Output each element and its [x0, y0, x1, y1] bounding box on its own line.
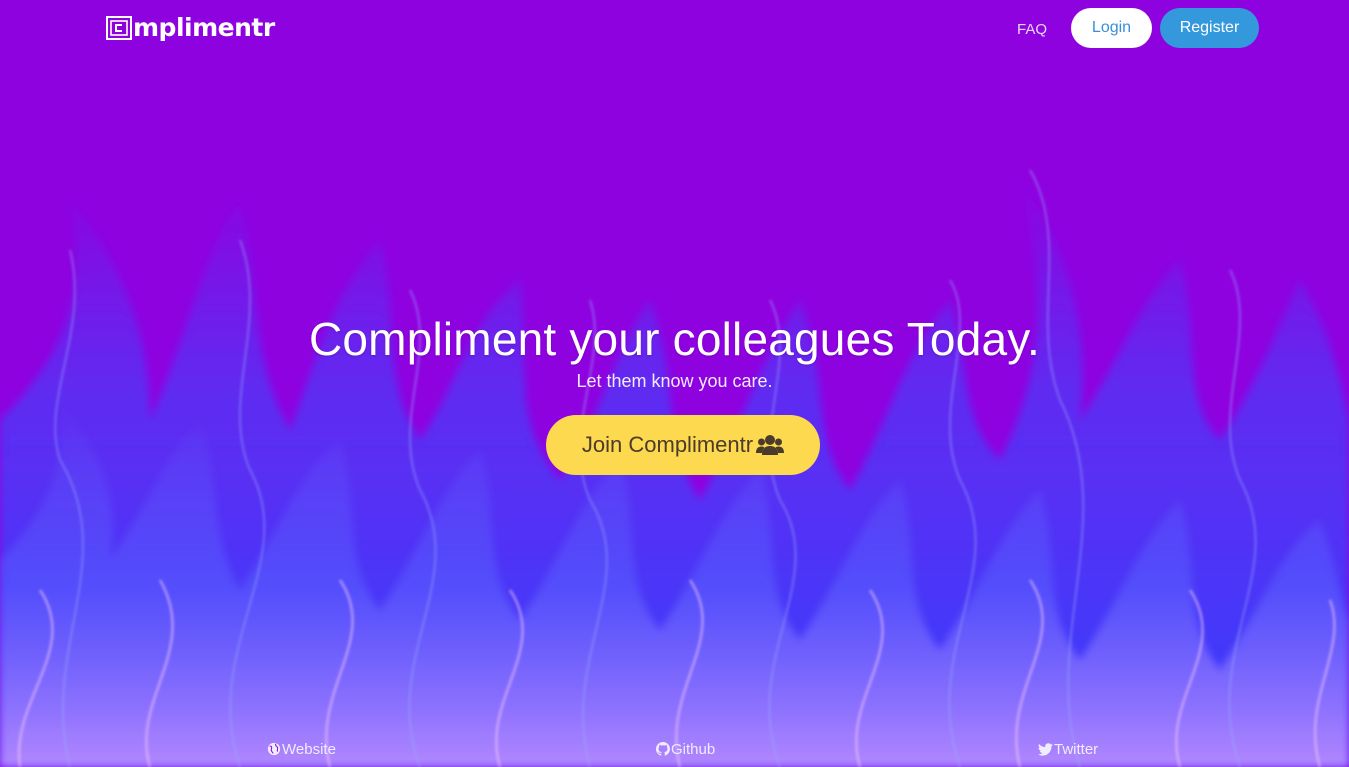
footer-link-label: Website	[282, 740, 336, 758]
login-button[interactable]: Login	[1071, 8, 1152, 48]
hero-subtitle: Let them know you care.	[576, 371, 773, 391]
footer-link-label: Github	[671, 740, 716, 758]
join-button[interactable]: Join Complimentr	[546, 415, 820, 475]
footer-link-github[interactable]: Github	[656, 739, 715, 759]
footer-link-twitter[interactable]: Twitter	[1038, 739, 1098, 759]
brand-logo[interactable]: mplimentr	[106, 13, 275, 43]
hero-title: Compliment your colleagues Today.	[308, 313, 1041, 365]
register-button[interactable]: Register	[1160, 8, 1259, 48]
framed-c-logo-icon	[106, 15, 132, 41]
twitter-icon	[1038, 742, 1053, 756]
users-icon	[756, 433, 785, 457]
github-icon	[656, 742, 670, 756]
join-button-label: Join Complimentr	[581, 432, 754, 457]
footer-link-website[interactable]: Website	[267, 739, 336, 759]
footer-link-label: Twitter	[1054, 740, 1099, 758]
nav-faq-link[interactable]: FAQ	[1017, 20, 1047, 40]
top-navbar: mplimentr FAQ Login Register	[0, 0, 1349, 58]
globe-icon	[267, 742, 281, 756]
hero-section: Compliment your colleagues Today. Let th…	[0, 310, 1349, 394]
brand-name: mplimentr	[133, 13, 275, 42]
